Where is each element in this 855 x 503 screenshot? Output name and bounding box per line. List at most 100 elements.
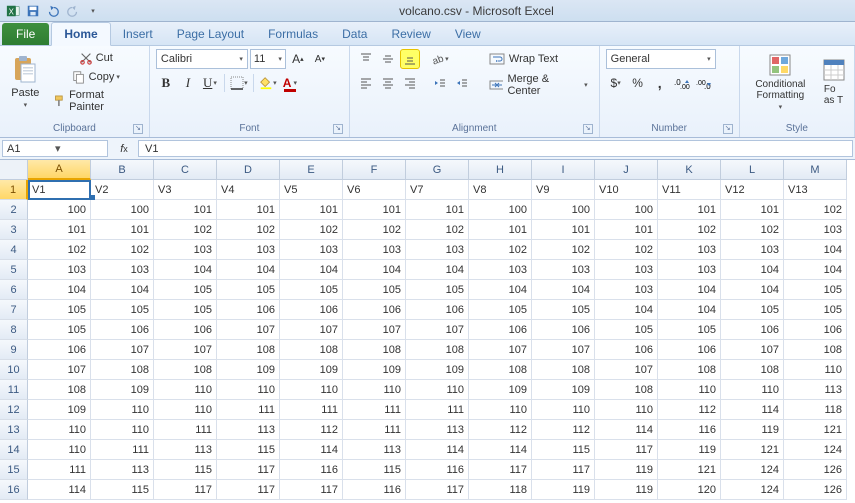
cells-area[interactable]: V1V2V3V4V5V6V7V8V9V10V11V12V131001001011… bbox=[28, 180, 847, 500]
cell[interactable]: 109 bbox=[532, 380, 595, 400]
cell[interactable]: 100 bbox=[91, 200, 154, 220]
cell[interactable]: 108 bbox=[154, 360, 217, 380]
cell[interactable]: 121 bbox=[721, 440, 784, 460]
cell[interactable]: 106 bbox=[784, 320, 847, 340]
cell[interactable]: 102 bbox=[217, 220, 280, 240]
cell[interactable]: V13 bbox=[784, 180, 847, 200]
font-size-combo[interactable]: 11▾ bbox=[250, 49, 286, 69]
select-all-corner[interactable] bbox=[0, 160, 28, 180]
tab-review[interactable]: Review bbox=[379, 23, 442, 45]
cell[interactable]: 111 bbox=[343, 400, 406, 420]
cell[interactable]: 101 bbox=[532, 220, 595, 240]
tab-insert[interactable]: Insert bbox=[111, 23, 165, 45]
cell[interactable]: 126 bbox=[784, 460, 847, 480]
cell[interactable]: V4 bbox=[217, 180, 280, 200]
cell[interactable]: 111 bbox=[406, 400, 469, 420]
cell[interactable]: V5 bbox=[280, 180, 343, 200]
decrease-decimal-icon[interactable]: .00.0 bbox=[694, 73, 714, 93]
cell[interactable]: 104 bbox=[784, 260, 847, 280]
cell[interactable]: 103 bbox=[91, 260, 154, 280]
cell[interactable]: 111 bbox=[217, 400, 280, 420]
fill-color-button[interactable]: ▾ bbox=[258, 73, 278, 93]
cell[interactable]: 101 bbox=[721, 200, 784, 220]
row-header[interactable]: 7 bbox=[0, 300, 28, 320]
cell[interactable]: 102 bbox=[595, 240, 658, 260]
cell[interactable]: 104 bbox=[721, 280, 784, 300]
cell[interactable]: 115 bbox=[217, 440, 280, 460]
font-color-button[interactable]: A ▾ bbox=[280, 73, 300, 93]
cell[interactable]: 107 bbox=[595, 360, 658, 380]
cell[interactable]: 105 bbox=[595, 320, 658, 340]
cell[interactable]: V9 bbox=[532, 180, 595, 200]
cell[interactable]: 115 bbox=[343, 460, 406, 480]
cell[interactable]: 106 bbox=[721, 320, 784, 340]
tab-view[interactable]: View bbox=[443, 23, 493, 45]
cell[interactable]: 105 bbox=[343, 280, 406, 300]
cell[interactable]: 100 bbox=[532, 200, 595, 220]
cell[interactable]: 101 bbox=[28, 220, 91, 240]
cell[interactable]: 104 bbox=[217, 260, 280, 280]
align-middle-icon[interactable] bbox=[378, 49, 398, 69]
row-header[interactable]: 4 bbox=[0, 240, 28, 260]
cell[interactable]: 110 bbox=[154, 380, 217, 400]
cell[interactable]: 116 bbox=[343, 480, 406, 500]
cell[interactable]: 117 bbox=[469, 460, 532, 480]
cell[interactable]: 103 bbox=[406, 240, 469, 260]
tab-file[interactable]: File bbox=[2, 23, 49, 45]
cell[interactable]: 119 bbox=[721, 420, 784, 440]
cell[interactable]: 104 bbox=[343, 260, 406, 280]
cell[interactable]: 106 bbox=[217, 300, 280, 320]
cell[interactable]: 115 bbox=[91, 480, 154, 500]
cell[interactable]: V7 bbox=[406, 180, 469, 200]
cell[interactable]: 126 bbox=[784, 480, 847, 500]
undo-icon[interactable] bbox=[44, 2, 62, 20]
shrink-font-icon[interactable]: A▾ bbox=[310, 49, 330, 69]
dialog-launcher-icon[interactable]: ↘ bbox=[583, 124, 593, 134]
column-header[interactable]: F bbox=[343, 160, 406, 180]
cell[interactable]: 101 bbox=[217, 200, 280, 220]
cell[interactable]: 102 bbox=[343, 220, 406, 240]
cell[interactable]: 124 bbox=[784, 440, 847, 460]
cell[interactable]: 110 bbox=[28, 420, 91, 440]
cell[interactable]: 101 bbox=[658, 200, 721, 220]
row-header[interactable]: 12 bbox=[0, 400, 28, 420]
cell[interactable]: 103 bbox=[595, 260, 658, 280]
cell[interactable]: 110 bbox=[469, 400, 532, 420]
cell[interactable]: 110 bbox=[658, 380, 721, 400]
cell[interactable]: 105 bbox=[28, 300, 91, 320]
italic-button[interactable]: I bbox=[178, 73, 198, 93]
row-header[interactable]: 8 bbox=[0, 320, 28, 340]
cell[interactable]: 112 bbox=[469, 420, 532, 440]
column-header[interactable]: H bbox=[469, 160, 532, 180]
cell[interactable]: 103 bbox=[154, 240, 217, 260]
orientation-icon[interactable]: ab▾ bbox=[430, 49, 450, 69]
cell[interactable]: 108 bbox=[28, 380, 91, 400]
cell[interactable]: 106 bbox=[91, 320, 154, 340]
cell[interactable]: 117 bbox=[532, 460, 595, 480]
cell[interactable]: 103 bbox=[532, 260, 595, 280]
cell[interactable]: 114 bbox=[469, 440, 532, 460]
formula-input[interactable]: V1 bbox=[138, 140, 853, 157]
cell[interactable]: 100 bbox=[28, 200, 91, 220]
row-header[interactable]: 6 bbox=[0, 280, 28, 300]
cell[interactable]: 105 bbox=[91, 300, 154, 320]
comma-format-icon[interactable]: , bbox=[650, 73, 670, 93]
cell[interactable]: 108 bbox=[595, 380, 658, 400]
cell[interactable]: V11 bbox=[658, 180, 721, 200]
cell[interactable]: 121 bbox=[658, 460, 721, 480]
cell[interactable]: 114 bbox=[721, 400, 784, 420]
dialog-launcher-icon[interactable]: ↘ bbox=[723, 124, 733, 134]
column-header[interactable]: E bbox=[280, 160, 343, 180]
column-header[interactable]: D bbox=[217, 160, 280, 180]
row-header[interactable]: 11 bbox=[0, 380, 28, 400]
borders-button[interactable]: ▾ bbox=[229, 73, 249, 93]
format-as-table-button[interactable]: Foas T bbox=[819, 49, 848, 115]
cell[interactable]: 116 bbox=[658, 420, 721, 440]
column-header[interactable]: G bbox=[406, 160, 469, 180]
cell[interactable]: 107 bbox=[469, 340, 532, 360]
cell[interactable]: 107 bbox=[532, 340, 595, 360]
tab-data[interactable]: Data bbox=[330, 23, 379, 45]
cell[interactable]: 103 bbox=[343, 240, 406, 260]
cell[interactable]: 111 bbox=[280, 400, 343, 420]
cell[interactable]: 103 bbox=[217, 240, 280, 260]
